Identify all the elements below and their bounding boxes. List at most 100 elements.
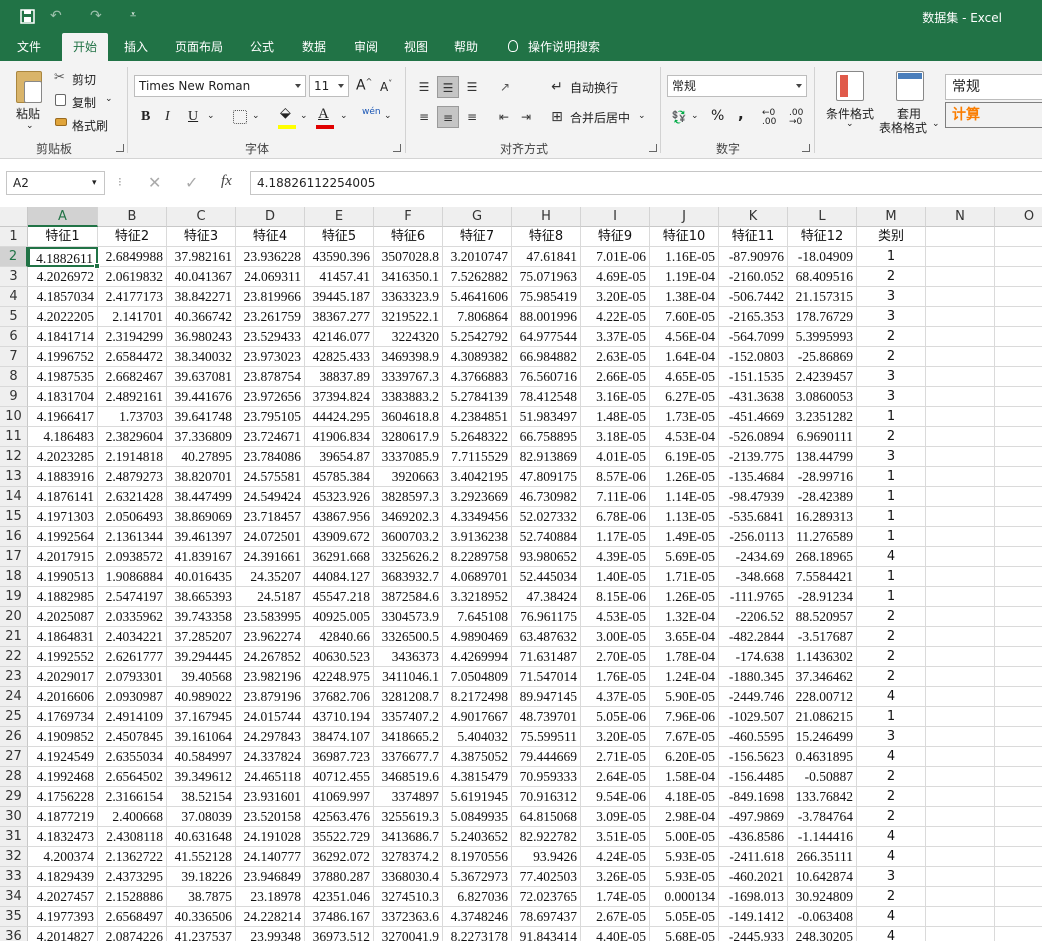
table-cell[interactable]: -28.99716 bbox=[788, 467, 857, 487]
clipboard-launcher-icon[interactable] bbox=[116, 144, 124, 152]
table-cell[interactable]: 38474.107 bbox=[305, 727, 374, 747]
table-cell[interactable]: 23.795105 bbox=[236, 407, 305, 427]
merge-dropdown-icon[interactable]: ⌄ bbox=[638, 111, 646, 121]
table-cell[interactable]: -2449.746 bbox=[719, 687, 788, 707]
table-cell[interactable]: -149.1412 bbox=[719, 907, 788, 927]
table-cell[interactable]: 4.1883916 bbox=[28, 467, 98, 487]
table-cell[interactable]: 2.64E-05 bbox=[581, 767, 650, 787]
table-cell[interactable]: 3.00E-05 bbox=[581, 627, 650, 647]
table-cell[interactable]: 4.3766883 bbox=[443, 367, 512, 387]
table-cell[interactable]: -460.2021 bbox=[719, 867, 788, 887]
header-cell[interactable]: 特征12 bbox=[788, 227, 857, 247]
cut-button[interactable]: 剪切 bbox=[72, 71, 96, 88]
table-cell[interactable]: 8.2172498 bbox=[443, 687, 512, 707]
table-cell[interactable]: 70.959333 bbox=[512, 767, 581, 787]
row-header[interactable]: 21 bbox=[0, 627, 28, 647]
table-cell[interactable]: 7.67E-05 bbox=[650, 727, 719, 747]
table-cell[interactable]: 8.1970556 bbox=[443, 847, 512, 867]
column-header[interactable]: O bbox=[995, 207, 1042, 227]
table-cell[interactable]: 3.0860053 bbox=[788, 387, 857, 407]
table-cell[interactable]: 23.583995 bbox=[236, 607, 305, 627]
table-cell[interactable]: 7.7115529 bbox=[443, 447, 512, 467]
table-cell[interactable]: 4.2029017 bbox=[28, 667, 98, 687]
table-cell[interactable]: 4 bbox=[857, 547, 926, 567]
table-cell[interactable]: 3376677.7 bbox=[374, 747, 443, 767]
table-cell[interactable] bbox=[995, 527, 1042, 547]
phonetic-dropdown-icon[interactable]: ⌄ bbox=[384, 111, 392, 121]
table-cell[interactable]: 1.14E-05 bbox=[650, 487, 719, 507]
table-cell[interactable]: 3469398.9 bbox=[374, 347, 443, 367]
cell-style-normal[interactable]: 常规 bbox=[945, 74, 1042, 100]
table-cell[interactable]: 2.3829604 bbox=[98, 427, 167, 447]
table-cell[interactable]: 4.2014827 bbox=[28, 927, 98, 941]
table-cell[interactable]: 38.842271 bbox=[167, 287, 236, 307]
table-cell[interactable]: 4.65E-05 bbox=[650, 367, 719, 387]
table-cell[interactable]: 37.336809 bbox=[167, 427, 236, 447]
table-cell[interactable]: -2411.618 bbox=[719, 847, 788, 867]
table-cell[interactable] bbox=[926, 747, 995, 767]
decrease-decimal-icon[interactable]: .00 →0 bbox=[789, 109, 803, 127]
table-cell[interactable]: 23.972656 bbox=[236, 387, 305, 407]
accounting-format-icon[interactable]: 💱 bbox=[668, 106, 690, 128]
table-cell[interactable]: 4.9890469 bbox=[443, 627, 512, 647]
table-cell[interactable]: 5.4641606 bbox=[443, 287, 512, 307]
table-cell[interactable]: 3683932.7 bbox=[374, 567, 443, 587]
table-cell[interactable]: 4.1966417 bbox=[28, 407, 98, 427]
table-cell[interactable]: 7.5584421 bbox=[788, 567, 857, 587]
table-cell[interactable]: 3368030.4 bbox=[374, 867, 443, 887]
row-header[interactable]: 15 bbox=[0, 507, 28, 527]
table-cell[interactable]: 2 bbox=[857, 647, 926, 667]
table-cell[interactable]: -535.6841 bbox=[719, 507, 788, 527]
tab-data[interactable]: 数据 bbox=[292, 33, 336, 61]
table-cell[interactable]: 2.0506493 bbox=[98, 507, 167, 527]
table-cell[interactable]: 2 bbox=[857, 327, 926, 347]
table-cell[interactable]: 39.40568 bbox=[167, 667, 236, 687]
table-cell[interactable]: 45323.926 bbox=[305, 487, 374, 507]
table-cell[interactable]: 3.20E-05 bbox=[581, 287, 650, 307]
table-cell[interactable]: 3 bbox=[857, 307, 926, 327]
row-header[interactable]: 6 bbox=[0, 327, 28, 347]
table-cell[interactable]: 4 bbox=[857, 907, 926, 927]
table-cell[interactable] bbox=[995, 607, 1042, 627]
table-cell[interactable]: 5.93E-05 bbox=[650, 867, 719, 887]
table-cell[interactable]: 5.3995993 bbox=[788, 327, 857, 347]
table-cell[interactable]: 76.961175 bbox=[512, 607, 581, 627]
table-cell[interactable]: 4.1756228 bbox=[28, 787, 98, 807]
wrap-text-button[interactable]: 自动换行 bbox=[570, 79, 618, 96]
table-cell[interactable]: 2.71E-05 bbox=[581, 747, 650, 767]
table-cell[interactable]: 1.1436302 bbox=[788, 647, 857, 667]
borders-dropdown-icon[interactable]: ⌄ bbox=[252, 111, 260, 121]
table-cell[interactable]: 6.27E-05 bbox=[650, 387, 719, 407]
table-cell[interactable]: 4 bbox=[857, 687, 926, 707]
tab-view[interactable]: 视图 bbox=[394, 33, 438, 61]
table-cell[interactable]: 47.38424 bbox=[512, 587, 581, 607]
table-cell[interactable]: 3.09E-05 bbox=[581, 807, 650, 827]
bold-button[interactable]: B bbox=[141, 109, 150, 125]
table-cell[interactable]: 4.0689701 bbox=[443, 567, 512, 587]
table-cell[interactable] bbox=[926, 267, 995, 287]
table-cell[interactable]: 5.6191945 bbox=[443, 787, 512, 807]
table-cell[interactable]: 4.1829439 bbox=[28, 867, 98, 887]
table-cell[interactable]: -152.0803 bbox=[719, 347, 788, 367]
tell-me-search[interactable]: 操作说明搜索 bbox=[528, 33, 612, 61]
table-cell[interactable]: 37.346462 bbox=[788, 667, 857, 687]
table-cell[interactable]: 4.2027457 bbox=[28, 887, 98, 907]
table-cell[interactable]: 2.0619832 bbox=[98, 267, 167, 287]
table-cell[interactable]: 75.985419 bbox=[512, 287, 581, 307]
table-cell[interactable]: 2.6682467 bbox=[98, 367, 167, 387]
table-cell[interactable]: 39.294445 bbox=[167, 647, 236, 667]
align-top-icon[interactable]: ☰ bbox=[413, 76, 435, 98]
row-header[interactable]: 29 bbox=[0, 787, 28, 807]
table-cell[interactable]: 40.631648 bbox=[167, 827, 236, 847]
table-cell[interactable]: 41457.41 bbox=[305, 267, 374, 287]
row-header[interactable]: 34 bbox=[0, 887, 28, 907]
table-cell[interactable]: 4.200374 bbox=[28, 847, 98, 867]
table-cell[interactable]: 40.016435 bbox=[167, 567, 236, 587]
table-cell[interactable]: 40.584997 bbox=[167, 747, 236, 767]
table-cell[interactable]: 1.49E-05 bbox=[650, 527, 719, 547]
table-cell[interactable]: -28.91234 bbox=[788, 587, 857, 607]
table-cell[interactable] bbox=[995, 907, 1042, 927]
table-cell[interactable]: 89.947145 bbox=[512, 687, 581, 707]
table-cell[interactable]: 38.820701 bbox=[167, 467, 236, 487]
underline-dropdown-icon[interactable]: ⌄ bbox=[207, 111, 215, 121]
